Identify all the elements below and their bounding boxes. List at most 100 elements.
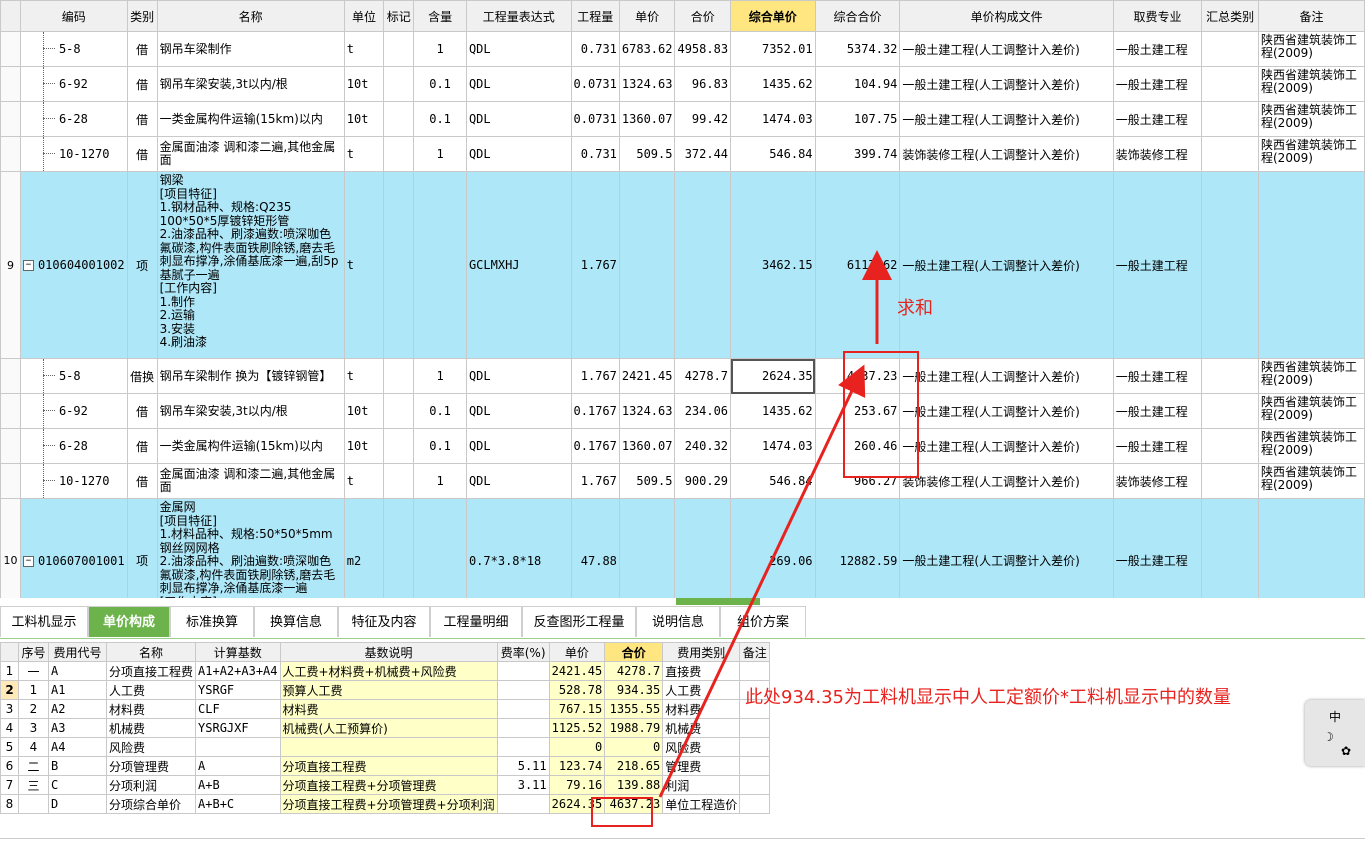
- cell-price[interactable]: 123.74: [548, 756, 606, 776]
- cell-name[interactable]: 金属面油漆 调和漆二遍,其他金属面: [156, 463, 345, 499]
- cell-desc[interactable]: 分项直接工程费: [279, 756, 498, 776]
- cell-mark[interactable]: [383, 498, 415, 598]
- cell-spec[interactable]: 一般土建工程: [1112, 393, 1203, 429]
- cell-price[interactable]: 0: [548, 737, 606, 757]
- cell-price[interactable]: 6783.62: [618, 31, 676, 67]
- column-header[interactable]: 合价: [604, 642, 664, 662]
- quota-row[interactable]: 6-28 借一类金属构件运输(15km)以内 10t 0.1 QDL 0.1767 1360…: [0, 428, 1365, 464]
- cell-qty[interactable]: 1.767: [570, 463, 620, 499]
- cell-total[interactable]: 4278.7: [674, 358, 732, 394]
- cell-price[interactable]: 2421.45: [548, 661, 606, 681]
- cell-content[interactable]: 0.1: [413, 66, 467, 102]
- cell-price[interactable]: 79.16: [548, 775, 606, 795]
- cell-rate[interactable]: [496, 737, 550, 757]
- cost-row[interactable]: 5 4 A4 风险费 0 0 风险费: [0, 737, 771, 757]
- cell-unit-price[interactable]: 269.06: [730, 498, 816, 598]
- cell-expr[interactable]: QDL: [465, 31, 572, 67]
- column-header[interactable]: 含量: [413, 0, 467, 32]
- cost-row[interactable]: 4 3 A3 机械费 YSRGJXF 机械费(人工预算价) 1125.52 1988.79 机械…: [0, 718, 771, 738]
- cell-cat[interactable]: 直接费: [662, 661, 741, 681]
- cell-spec[interactable]: 一般土建工程: [1112, 101, 1203, 137]
- cell-seq[interactable]: 2: [18, 699, 49, 719]
- cell-spec[interactable]: 一般土建工程: [1112, 66, 1203, 102]
- cell-remark[interactable]: [739, 775, 771, 795]
- cell-code[interactable]: 10-1270: [19, 463, 128, 499]
- column-header[interactable]: 综合单价: [730, 0, 816, 32]
- cell-total[interactable]: 372.44: [674, 136, 732, 172]
- cell-total[interactable]: 99.42: [674, 101, 732, 137]
- cell-content[interactable]: 1: [413, 31, 467, 67]
- cell-remark[interactable]: 陕西省建筑装饰工程(2009): [1258, 136, 1365, 172]
- tab-3[interactable]: 换算信息: [254, 606, 338, 637]
- cell-code[interactable]: 6-92: [19, 66, 128, 102]
- cell-unit[interactable]: 10t: [343, 66, 385, 102]
- column-header[interactable]: 名称: [156, 0, 345, 32]
- cell-code[interactable]: A2: [48, 699, 107, 719]
- cell-name[interactable]: 钢梁 [项目特征] 1.钢材品种、规格:Q235 100*50*5厚镀锌矩形管 …: [156, 171, 345, 359]
- column-header[interactable]: 单价构成文件: [899, 0, 1114, 32]
- quota-row[interactable]: 6-92 借钢吊车梁安装,3t以内/根 10t 0.1 QDL 0.1767 1324.63…: [0, 393, 1365, 429]
- cell-summary[interactable]: [1201, 498, 1259, 598]
- cell-total[interactable]: [674, 171, 732, 359]
- ime-widget[interactable]: 中 ☽ ✿: [1305, 700, 1365, 766]
- cell-type[interactable]: 借: [126, 463, 158, 499]
- cell-unit[interactable]: t: [343, 463, 385, 499]
- cell-file[interactable]: 一般土建工程(人工调整计入差价): [899, 66, 1114, 102]
- cell-file[interactable]: 一般土建工程(人工调整计入差价): [899, 393, 1114, 429]
- cell-cat[interactable]: 管理费: [662, 756, 741, 776]
- cost-row[interactable]: 6 二 B 分项管理费 A 分项直接工程费 5.11 123.74 218.65 管理费: [0, 756, 771, 776]
- cell-mark[interactable]: [383, 428, 415, 464]
- cell-name[interactable]: 材料费: [105, 699, 197, 719]
- cell-name[interactable]: 一类金属构件运输(15km)以内: [156, 101, 345, 137]
- cell-unit-price[interactable]: 546.84: [730, 463, 816, 499]
- cell-total[interactable]: 900.29: [674, 463, 732, 499]
- cell-unit-price[interactable]: 1474.03: [730, 101, 816, 137]
- bill-item-row[interactable]: 10−010607001001 项金属网 [项目特征] 1.材料品种、规格:50*…: [0, 498, 1365, 598]
- cell-unit[interactable]: t: [343, 171, 385, 359]
- cell-code[interactable]: 6-28: [19, 101, 128, 137]
- cell-desc[interactable]: 机械费(人工预算价): [279, 718, 498, 738]
- quota-row[interactable]: 10-1270 借金属面油漆 调和漆二遍,其他金属面 t 1 QDL 1.767 509.5…: [0, 463, 1365, 499]
- cell-unit-price[interactable]: 7352.01: [730, 31, 816, 67]
- cell-expr[interactable]: QDL: [465, 428, 572, 464]
- cost-row[interactable]: 3 2 A2 材料费 CLF 材料费 767.15 1355.55 材料费: [0, 699, 771, 719]
- collapse-icon[interactable]: −: [22, 260, 34, 271]
- cell-summary[interactable]: [1201, 31, 1259, 67]
- cell-remark[interactable]: 陕西省建筑装饰工程(2009): [1258, 393, 1365, 429]
- cell-remark[interactable]: [739, 718, 771, 738]
- panel-splitter[interactable]: [676, 598, 760, 605]
- cell-content[interactable]: [413, 171, 467, 359]
- cell-price[interactable]: 509.5: [618, 136, 676, 172]
- cell-file[interactable]: 一般土建工程(人工调整计入差价): [899, 498, 1114, 598]
- cell-qty[interactable]: 47.88: [570, 498, 620, 598]
- column-header[interactable]: 合价: [674, 0, 732, 32]
- cell-unit[interactable]: 10t: [343, 428, 385, 464]
- cell-qty[interactable]: 0.0731: [570, 101, 620, 137]
- cell-rate[interactable]: [496, 794, 550, 814]
- cell-total[interactable]: 4958.83: [674, 31, 732, 67]
- cell-comp-total[interactable]: 6117.62: [814, 171, 901, 359]
- cell-name[interactable]: 分项利润: [105, 775, 197, 795]
- cell-rate[interactable]: 5.11: [496, 756, 550, 776]
- cell-name[interactable]: 钢吊车梁安装,3t以内/根: [156, 393, 345, 429]
- cell-unit[interactable]: 10t: [343, 101, 385, 137]
- column-header[interactable]: 序号: [18, 642, 49, 662]
- cell-summary[interactable]: [1201, 393, 1259, 429]
- cell-comp-total[interactable]: 399.74: [814, 136, 901, 172]
- cell-desc[interactable]: 材料费: [279, 699, 498, 719]
- cell-price[interactable]: 1360.07: [618, 101, 676, 137]
- cell-file[interactable]: 一般土建工程(人工调整计入差价): [899, 171, 1114, 359]
- cell-type[interactable]: 借: [126, 101, 158, 137]
- column-header[interactable]: 计算基数: [195, 642, 281, 662]
- column-header[interactable]: 费用类别: [662, 642, 741, 662]
- cost-row[interactable]: 8 D 分项综合单价 A+B+C 分项直接工程费+分项管理费+分项利润 2624.35 46…: [0, 794, 771, 814]
- cell-remark[interactable]: 陕西省建筑装饰工程(2009): [1258, 66, 1365, 102]
- cell-name[interactable]: 分项管理费: [105, 756, 197, 776]
- cell-expr[interactable]: QDL: [465, 136, 572, 172]
- cell-cat[interactable]: 利润: [662, 775, 741, 795]
- cell-mark[interactable]: [383, 31, 415, 67]
- cell-expr[interactable]: 0.7*3.8*18: [465, 498, 572, 598]
- quota-row[interactable]: 5-8 借换 钢吊车梁制作 换为【镀锌钢管】 t 1 QDL 1.767 2421.45 427…: [0, 358, 1365, 394]
- cell-code[interactable]: C: [48, 775, 107, 795]
- tab-1[interactable]: 单价构成: [88, 606, 170, 637]
